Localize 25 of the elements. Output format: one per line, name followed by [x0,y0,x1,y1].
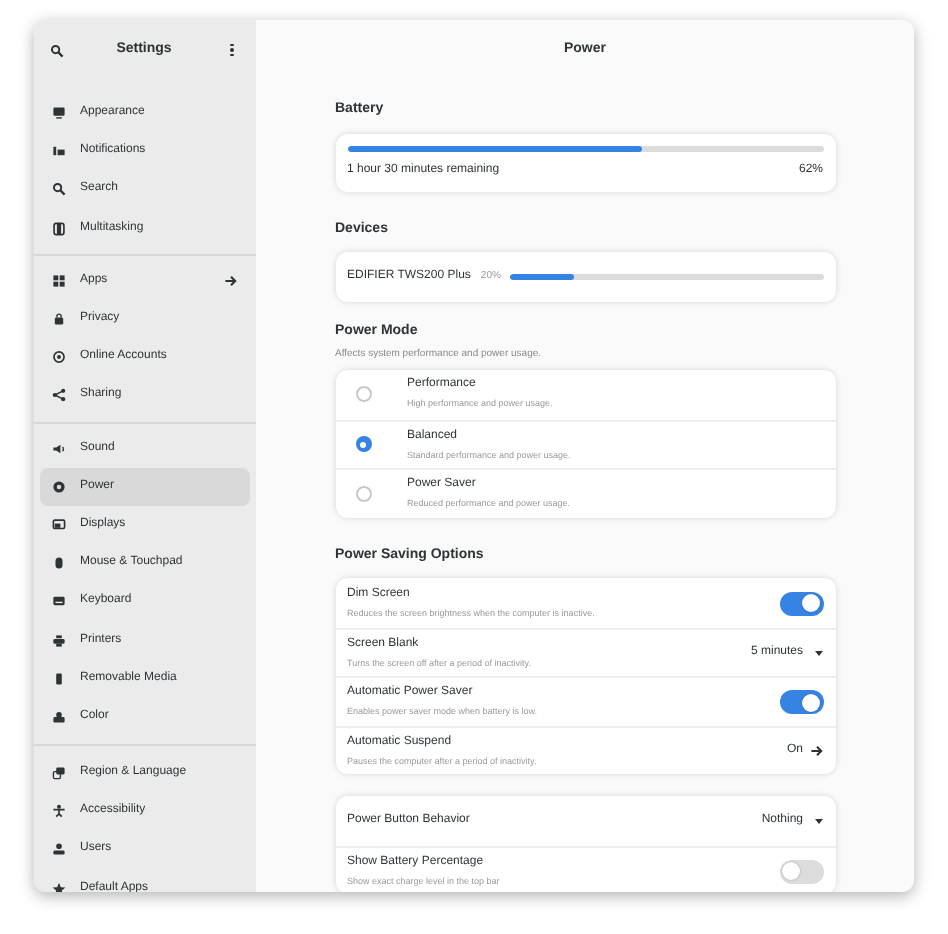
radio-button[interactable] [355,386,371,403]
search-icon [50,43,64,57]
grid-icon [52,273,66,288]
caret-icon [813,816,823,827]
lock-icon [52,312,66,327]
radio-button[interactable] [355,485,371,502]
star-icon [52,881,66,892]
window-icon [52,221,66,236]
person-icon [52,804,66,819]
toggle-switch[interactable] [779,859,823,884]
toggle-switch[interactable] [779,591,823,616]
arrow-icon [224,273,238,288]
printer-icon [52,633,66,648]
speaker-icon [52,441,66,456]
monitor-icon [52,106,66,121]
mouse-icon [52,556,66,571]
power-icon [52,479,66,494]
arrow-icon [809,744,823,759]
share-icon [52,388,66,403]
keyboard-icon [52,594,66,609]
caret-icon [813,648,823,659]
radio-button[interactable] [355,436,371,453]
toggle-switch[interactable] [779,690,823,715]
display-icon [52,517,66,532]
search-icon [52,182,66,197]
